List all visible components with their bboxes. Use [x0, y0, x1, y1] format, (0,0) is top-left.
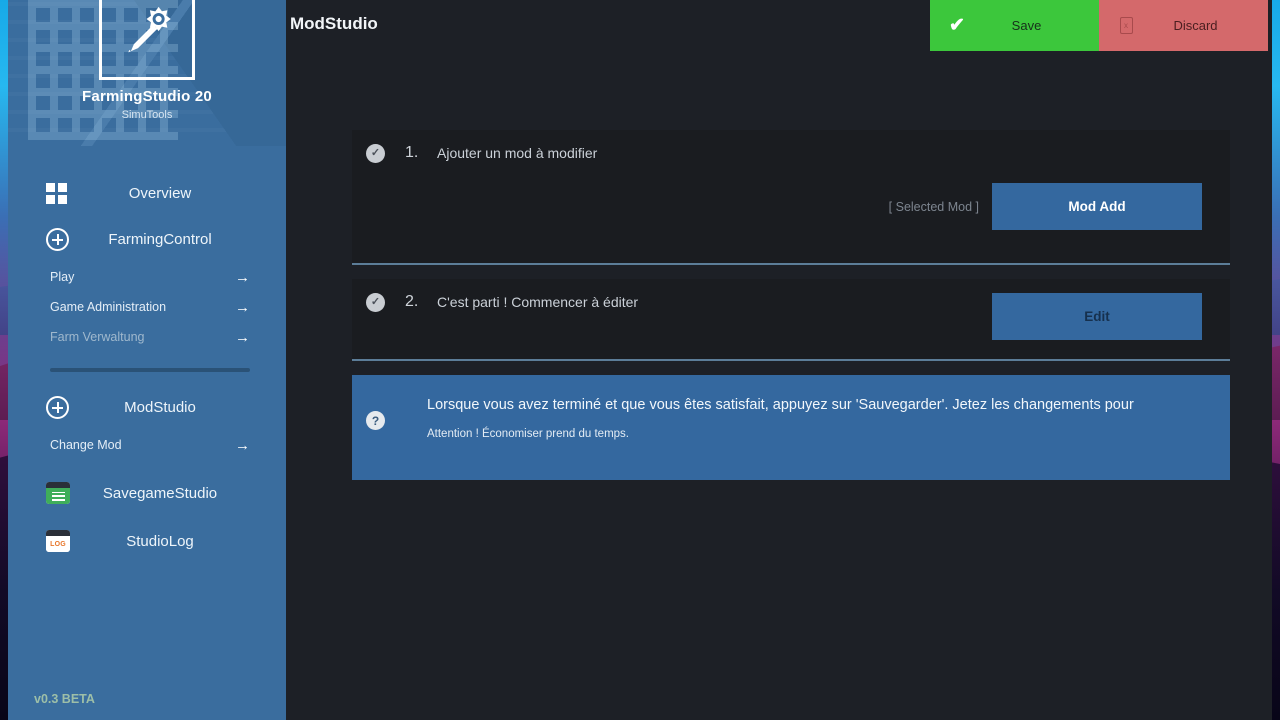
sidebar-item-farm-verwaltung-label: Farm Verwaltung	[50, 330, 145, 344]
sidebar-item-farm-verwaltung[interactable]: Farm Verwaltung →	[50, 322, 250, 352]
check-icon: ✔	[949, 15, 965, 36]
step-1-text: Ajouter un mod à modifier	[437, 145, 598, 161]
sidebar-header: FarmingStudio 20 SimuTools	[8, 0, 286, 146]
app-logo	[99, 0, 195, 80]
sidebar-item-farmingcontrol[interactable]: FarmingControl	[8, 216, 286, 262]
info-primary-text: Lorsque vous avez terminé et que vous êt…	[427, 397, 1134, 413]
arrow-right-icon: →	[235, 298, 250, 316]
app-title: FarmingStudio 20	[82, 88, 212, 105]
mod-add-button-label: Mod Add	[1068, 199, 1126, 214]
check-badge-glyph: ✓	[370, 146, 381, 159]
help-icon[interactable]: ?	[366, 411, 385, 430]
sidebar-item-farmingcontrol-label: FarmingControl	[108, 230, 212, 248]
application-window: FarmingStudio 20 SimuTools Overview Farm…	[8, 0, 1272, 720]
check-badge-icon: ✓	[366, 292, 385, 312]
step-2-actions: Edit	[992, 293, 1202, 340]
grid-icon	[46, 182, 76, 204]
info-text: Lorsque vous avez terminé et que vous êt…	[427, 397, 1134, 480]
check-badge-glyph: ✓	[370, 295, 381, 308]
version-label: v0.3 BETA	[34, 692, 95, 706]
edit-button[interactable]: Edit	[992, 293, 1202, 340]
gear-pencil-icon	[128, 6, 171, 53]
sidebar-item-overview-label: Overview	[128, 184, 192, 202]
step-1-number: 1.	[405, 144, 419, 161]
arrow-right-icon: →	[235, 268, 250, 286]
discard-button-label: Discard	[1173, 18, 1218, 33]
step-1-actions: [ Selected Mod ] Mod Add	[889, 183, 1202, 230]
app-subtitle: SimuTools	[121, 109, 173, 121]
save-button[interactable]: ✔ Save	[930, 0, 1099, 51]
sidebar-nav: Overview FarmingControl Play → Game Admi…	[8, 146, 286, 692]
topbar-actions: ✔ Save Discard	[930, 0, 1268, 51]
plus-circle-icon	[46, 395, 76, 419]
sidebar-item-play[interactable]: Play →	[50, 262, 250, 292]
discard-doc-icon	[1099, 17, 1153, 34]
page-title: ModStudio	[290, 14, 378, 33]
sidebar-item-game-administration-label: Game Administration	[50, 300, 167, 314]
sidebar-item-modstudio[interactable]: ModStudio	[8, 384, 286, 430]
sidebar: FarmingStudio 20 SimuTools Overview Farm…	[8, 0, 286, 720]
sidebar-item-overview[interactable]: Overview	[8, 170, 286, 216]
info-secondary-text: Attention ! Économiser prend du temps.	[427, 428, 629, 440]
help-icon-glyph: ?	[371, 413, 380, 428]
step-2-text: C'est parti ! Commencer à éditer	[437, 294, 639, 310]
plus-circle-icon	[46, 227, 76, 251]
step-2-number: 2.	[405, 293, 419, 310]
steps-container: ✓ 1. Ajouter un mod à modifier [ Selecte…	[286, 51, 1272, 480]
edit-button-label: Edit	[1084, 309, 1110, 324]
discard-button[interactable]: Discard	[1099, 0, 1268, 51]
sidebar-item-savegamestudio-label: SavegameStudio	[102, 484, 218, 502]
sidebar-item-savegamestudio[interactable]: SavegameStudio	[8, 469, 286, 517]
sidebar-item-studiolog-label: StudioLog	[126, 532, 194, 550]
save-button-label: Save	[1011, 18, 1042, 33]
sidebar-item-change-mod[interactable]: Change Mod →	[50, 430, 250, 460]
sidebar-item-change-mod-label: Change Mod	[50, 438, 122, 452]
sidebar-item-game-administration[interactable]: Game Administration →	[50, 292, 250, 322]
step-1-header: ✓ 1. Ajouter un mod à modifier	[352, 130, 1230, 176]
selected-mod-label: [ Selected Mod ]	[888, 199, 979, 214]
sidebar-item-modstudio-label: ModStudio	[124, 398, 196, 416]
sidebar-item-studiolog[interactable]: LOG StudioLog	[8, 517, 286, 565]
check-badge-icon: ✓	[366, 143, 385, 163]
main-content: ModStudio ✔ Save Discard ✓ 1.	[286, 0, 1272, 720]
savegame-window-icon	[46, 482, 76, 504]
step-card-1: ✓ 1. Ajouter un mod à modifier [ Selecte…	[352, 130, 1230, 265]
mod-add-button[interactable]: Mod Add	[992, 183, 1202, 230]
arrow-right-icon: →	[235, 328, 250, 346]
sidebar-divider	[50, 368, 250, 372]
info-panel: ? Lorsque vous avez terminé et que vous …	[352, 375, 1230, 480]
step-card-2: ✓ 2. C'est parti ! Commencer à éditer Ed…	[352, 279, 1230, 361]
sidebar-item-play-label: Play	[50, 270, 75, 284]
log-window-icon: LOG	[46, 530, 76, 552]
arrow-right-icon: →	[235, 436, 250, 454]
topbar: ModStudio ✔ Save Discard	[286, 0, 1272, 51]
